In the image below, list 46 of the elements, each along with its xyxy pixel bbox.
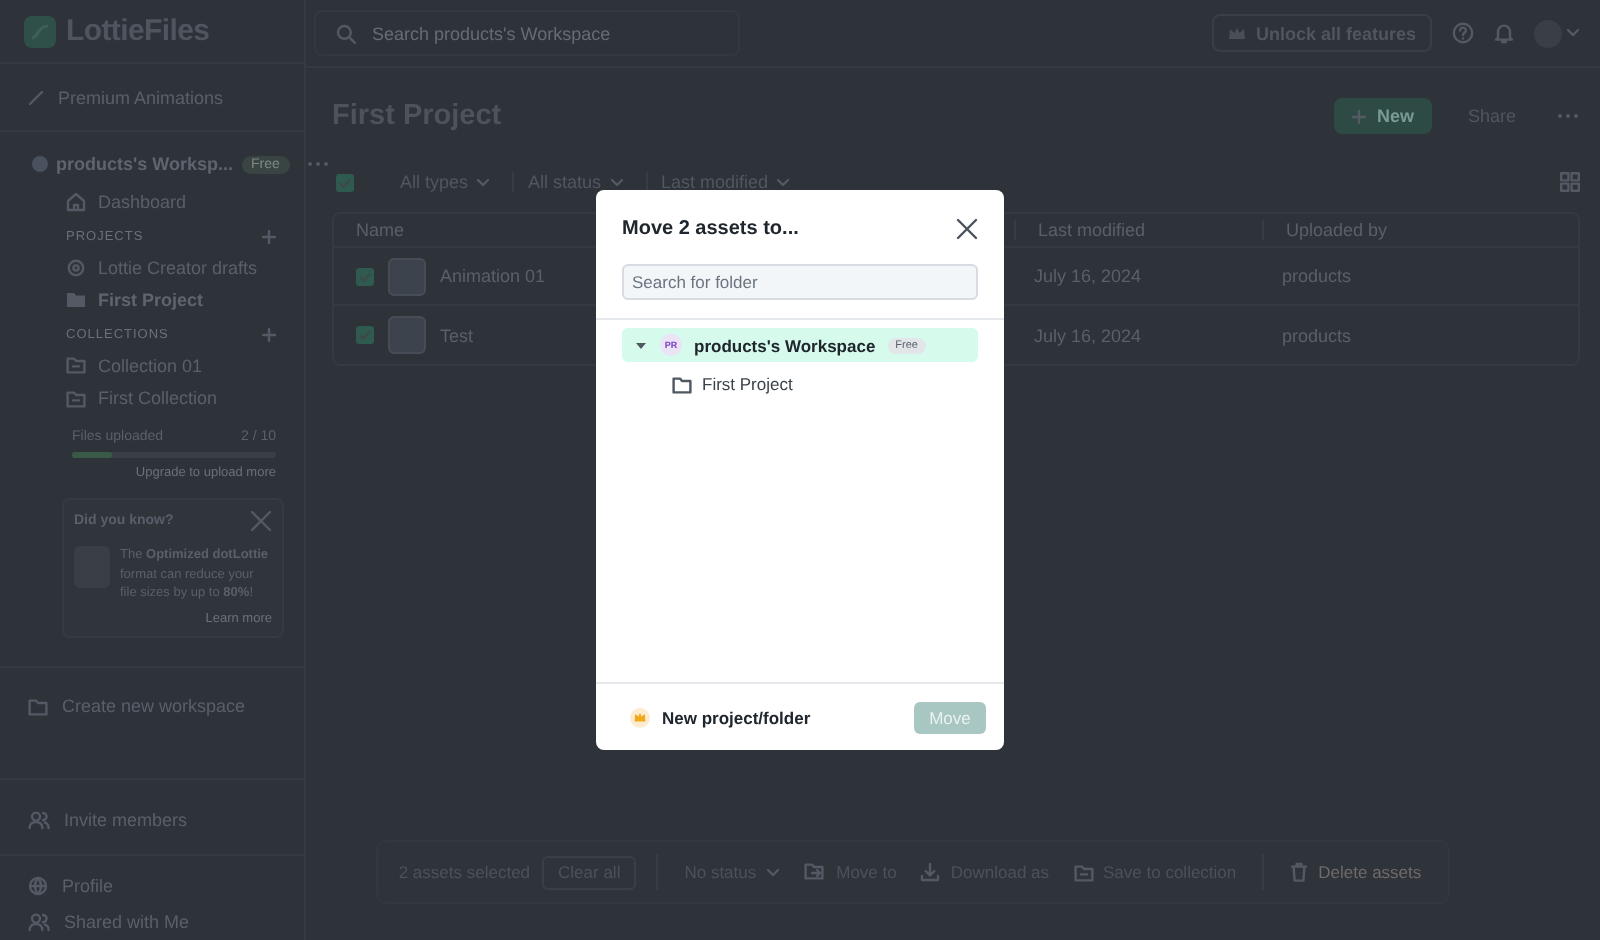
more-icon[interactable] [1556, 112, 1580, 120]
move-folder-icon [804, 862, 827, 882]
folder-plus-icon [28, 697, 48, 716]
search-field[interactable]: Search products's Workspace [314, 10, 740, 56]
collection-icon [66, 389, 86, 408]
workspace-avatar [32, 156, 48, 173]
row-checkbox[interactable] [356, 267, 374, 285]
plus-icon [262, 230, 276, 245]
chevron-down-icon [609, 177, 624, 187]
chevron-down-icon [476, 177, 491, 187]
globe-icon [28, 876, 48, 896]
folder-search-field[interactable]: Search for folder [622, 264, 978, 300]
people-icon [28, 810, 50, 831]
animation-thumbnail [388, 257, 426, 295]
close-icon[interactable] [956, 218, 978, 240]
chevron-down-icon [766, 867, 781, 877]
crown-icon [1227, 26, 1246, 40]
folder-tree-item[interactable]: First Project [622, 364, 978, 404]
collection-icon [66, 356, 86, 375]
row-checkbox[interactable] [356, 326, 374, 344]
collection-icon [1073, 863, 1094, 881]
search-icon [336, 23, 356, 43]
new-button[interactable]: New [1334, 98, 1432, 134]
animation-thumbnail [388, 316, 426, 354]
crown-glyph-icon [634, 712, 646, 722]
grid-view-icon[interactable] [1560, 172, 1580, 192]
new-folder-button[interactable]: New project/folder [630, 707, 811, 727]
logo-icon [24, 15, 56, 48]
chevron-down-icon [1566, 28, 1580, 38]
plus-icon [262, 328, 276, 343]
folder-icon [66, 290, 86, 309]
home-icon [66, 191, 86, 212]
bell-icon[interactable] [1494, 22, 1514, 44]
action-button[interactable]: Delete assets [1284, 862, 1428, 882]
chevron-down-icon [776, 177, 791, 187]
select-all-checkbox[interactable] [336, 173, 354, 191]
plus-icon [1352, 109, 1367, 123]
help-icon[interactable] [1452, 22, 1474, 44]
dialog-title: Move 2 assets to... [622, 218, 799, 240]
pen-icon [28, 90, 44, 107]
trash-icon [1290, 862, 1309, 882]
download-icon [920, 862, 941, 882]
gear-icon [66, 257, 86, 278]
people-icon [28, 912, 50, 932]
more-icon [305, 160, 330, 169]
folder-icon [672, 375, 692, 393]
